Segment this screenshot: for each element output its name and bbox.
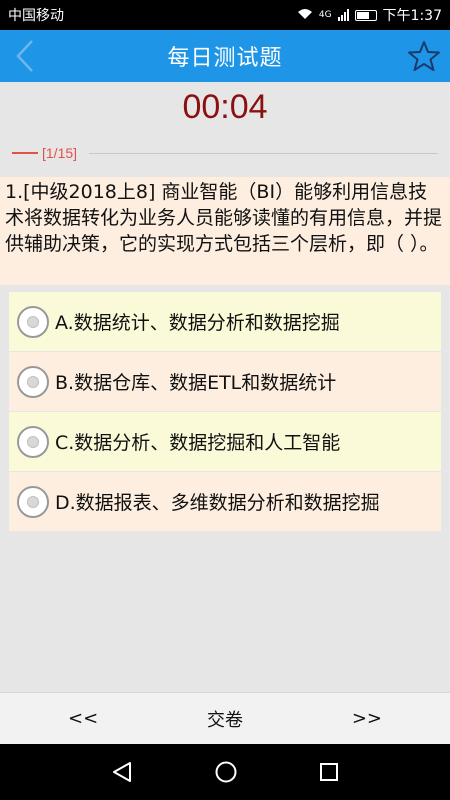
radio-button[interactable] — [17, 425, 49, 458]
home-circle-icon[interactable] — [214, 760, 238, 784]
question-text: 1.[中级2018上8] 商业智能（BI）能够利用信息技术将数据转化为业务人员能… — [0, 177, 450, 285]
wifi-icon — [297, 8, 313, 23]
system-nav-bar — [0, 744, 450, 800]
network-type-label: 4G — [318, 10, 332, 20]
battery-icon — [354, 9, 377, 21]
option-label: C.数据分析、数据挖掘和人工智能 — [55, 432, 341, 454]
progress-dash — [12, 152, 38, 154]
radio-button[interactable] — [17, 485, 49, 518]
answer-options: A.数据统计、数据分析和数据挖掘 B.数据仓库、数据ETL和数据统计 C.数据分… — [9, 292, 441, 532]
signal-icon — [337, 9, 349, 21]
divider — [89, 152, 438, 154]
carrier-label: 中国移动 — [8, 8, 64, 24]
radio-dot — [27, 375, 39, 388]
clock-label: 下午1:37 — [382, 8, 442, 24]
option-label: A.数据统计、数据分析和数据挖掘 — [55, 312, 340, 334]
next-button[interactable]: >> — [344, 702, 390, 735]
previous-button[interactable]: << — [60, 702, 106, 735]
option-b[interactable]: B.数据仓库、数据ETL和数据统计 — [9, 352, 441, 412]
option-a[interactable]: A.数据统计、数据分析和数据挖掘 — [9, 292, 441, 352]
option-label: B.数据仓库、数据ETL和数据统计 — [55, 372, 337, 394]
option-c[interactable]: C.数据分析、数据挖掘和人工智能 — [9, 412, 441, 472]
app-header: 每日测试题 — [0, 30, 450, 82]
favorite-button[interactable] — [406, 38, 442, 74]
option-d[interactable]: D.数据报表、多维数据分析和数据挖掘 — [9, 472, 441, 532]
bottom-toolbar: << 交卷 >> — [0, 692, 450, 744]
back-triangle-icon[interactable] — [111, 761, 133, 783]
progress-indicator: [1/15] — [12, 143, 438, 163]
radio-button[interactable] — [17, 305, 49, 338]
radio-dot — [27, 495, 39, 508]
option-label: D.数据报表、多维数据分析和数据挖掘 — [55, 492, 380, 514]
page-title: 每日测试题 — [167, 46, 283, 71]
status-bar: 中国移动 4G 下午1:37 — [0, 0, 450, 30]
submit-button[interactable]: 交卷 — [199, 700, 251, 738]
star-outline-icon — [408, 41, 440, 71]
recents-square-icon[interactable] — [319, 762, 339, 782]
radio-dot — [27, 315, 39, 328]
radio-button[interactable] — [17, 365, 49, 398]
chevron-left-icon — [16, 40, 33, 72]
countdown-timer: 00:04 — [182, 88, 268, 126]
status-icons: 4G 下午1:37 — [297, 5, 442, 25]
progress-label: [1/15] — [42, 145, 78, 161]
radio-dot — [27, 435, 39, 448]
back-button[interactable] — [10, 38, 40, 74]
